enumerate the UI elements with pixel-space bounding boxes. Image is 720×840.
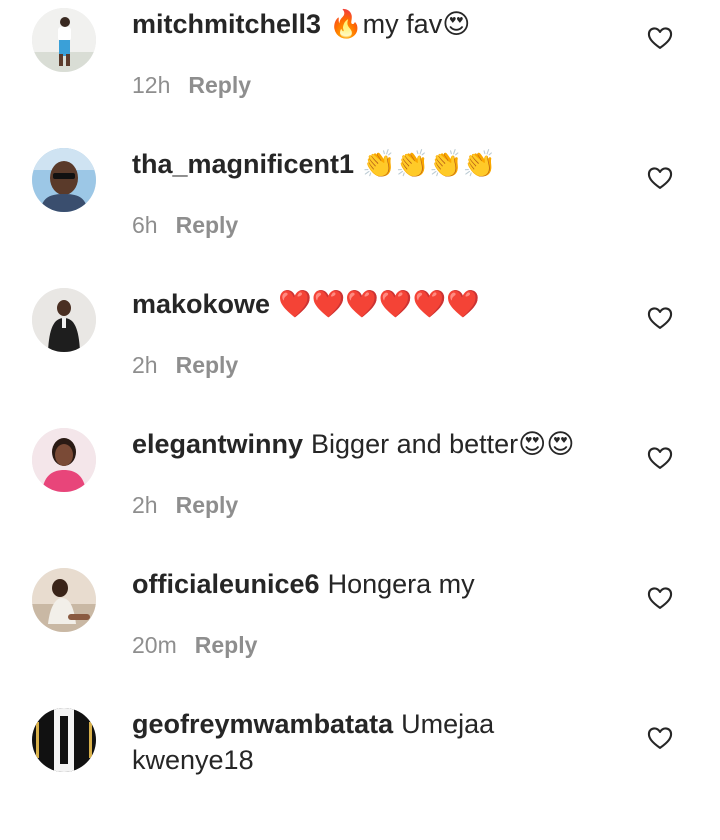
comment-username[interactable]: tha_magnificent1	[132, 149, 354, 179]
man-sunglasses-avatar-image	[32, 148, 96, 212]
comment-meta: 6h Reply	[132, 210, 238, 240]
comment-time: 2h	[132, 352, 158, 378]
heart-icon[interactable]	[646, 584, 674, 612]
heart-icon[interactable]	[646, 24, 674, 52]
reply-button[interactable]: Reply	[188, 72, 251, 98]
comment-body: Hongera my	[327, 569, 475, 599]
comment-item: makokowe ❤️❤️❤️❤️❤️❤️ 2h Reply	[0, 280, 720, 420]
comment-time: 6h	[132, 212, 158, 238]
comment-body: 👏👏👏👏	[362, 149, 497, 179]
mwambata-logo-avatar-image	[32, 708, 96, 772]
heart-icon[interactable]	[646, 724, 674, 752]
comment-item: elegantwinny Bigger and better😍😍 2h Reply	[0, 420, 720, 560]
comment-username[interactable]: makokowe	[132, 289, 270, 319]
comment-item: geofreymwambatata Umejaa kwenye18	[0, 700, 720, 840]
comment-time: 20m	[132, 632, 177, 658]
woman-pink-avatar-image	[32, 428, 96, 492]
comment-meta: 12h Reply	[132, 70, 251, 100]
heart-icon[interactable]	[646, 164, 674, 192]
comment-meta: 20m Reply	[132, 630, 257, 660]
comment-time: 2h	[132, 492, 158, 518]
comment-text: mitchmitchell3 🔥my fav😍	[132, 6, 612, 42]
comment-text: elegantwinny Bigger and better😍😍	[132, 426, 612, 462]
comment-username[interactable]: officialeunice6	[132, 569, 320, 599]
comment-body: 🔥my fav😍	[329, 9, 471, 39]
comment-body: Bigger and better😍😍	[311, 429, 575, 459]
comment-username[interactable]: elegantwinny	[132, 429, 303, 459]
comment-item: officialeunice6 Hongera my 20m Reply	[0, 560, 720, 700]
avatar[interactable]	[32, 148, 96, 212]
comment-text: tha_magnificent1 👏👏👏👏	[132, 146, 612, 182]
avatar[interactable]	[32, 708, 96, 772]
avatar[interactable]	[32, 288, 96, 352]
reply-button[interactable]: Reply	[195, 632, 258, 658]
heart-icon[interactable]	[646, 304, 674, 332]
reply-button[interactable]: Reply	[176, 352, 239, 378]
heart-icon[interactable]	[646, 444, 674, 472]
comment-time: 12h	[132, 72, 171, 98]
reply-button[interactable]: Reply	[176, 212, 239, 238]
reply-button[interactable]: Reply	[176, 492, 239, 518]
comment-username[interactable]: mitchmitchell3	[132, 9, 321, 39]
comment-text: geofreymwambatata Umejaa kwenye18	[132, 706, 612, 778]
avatar[interactable]	[32, 568, 96, 632]
comment-meta: 2h Reply	[132, 350, 238, 380]
avatar[interactable]	[32, 8, 96, 72]
man-dark-suit-avatar-image	[32, 288, 96, 352]
comment-text: officialeunice6 Hongera my	[132, 566, 612, 602]
comment-meta: 2h Reply	[132, 490, 238, 520]
avatar[interactable]	[32, 428, 96, 492]
comment-item: mitchmitchell3 🔥my fav😍 12h Reply	[0, 0, 720, 140]
person-standing-avatar-image	[32, 8, 96, 72]
woman-seated-avatar-image	[32, 568, 96, 632]
comment-body: ❤️❤️❤️❤️❤️❤️	[278, 289, 480, 319]
comment-username[interactable]: geofreymwambatata	[132, 709, 393, 739]
comment-item: tha_magnificent1 👏👏👏👏 6h Reply	[0, 140, 720, 280]
comment-text: makokowe ❤️❤️❤️❤️❤️❤️	[132, 286, 612, 322]
